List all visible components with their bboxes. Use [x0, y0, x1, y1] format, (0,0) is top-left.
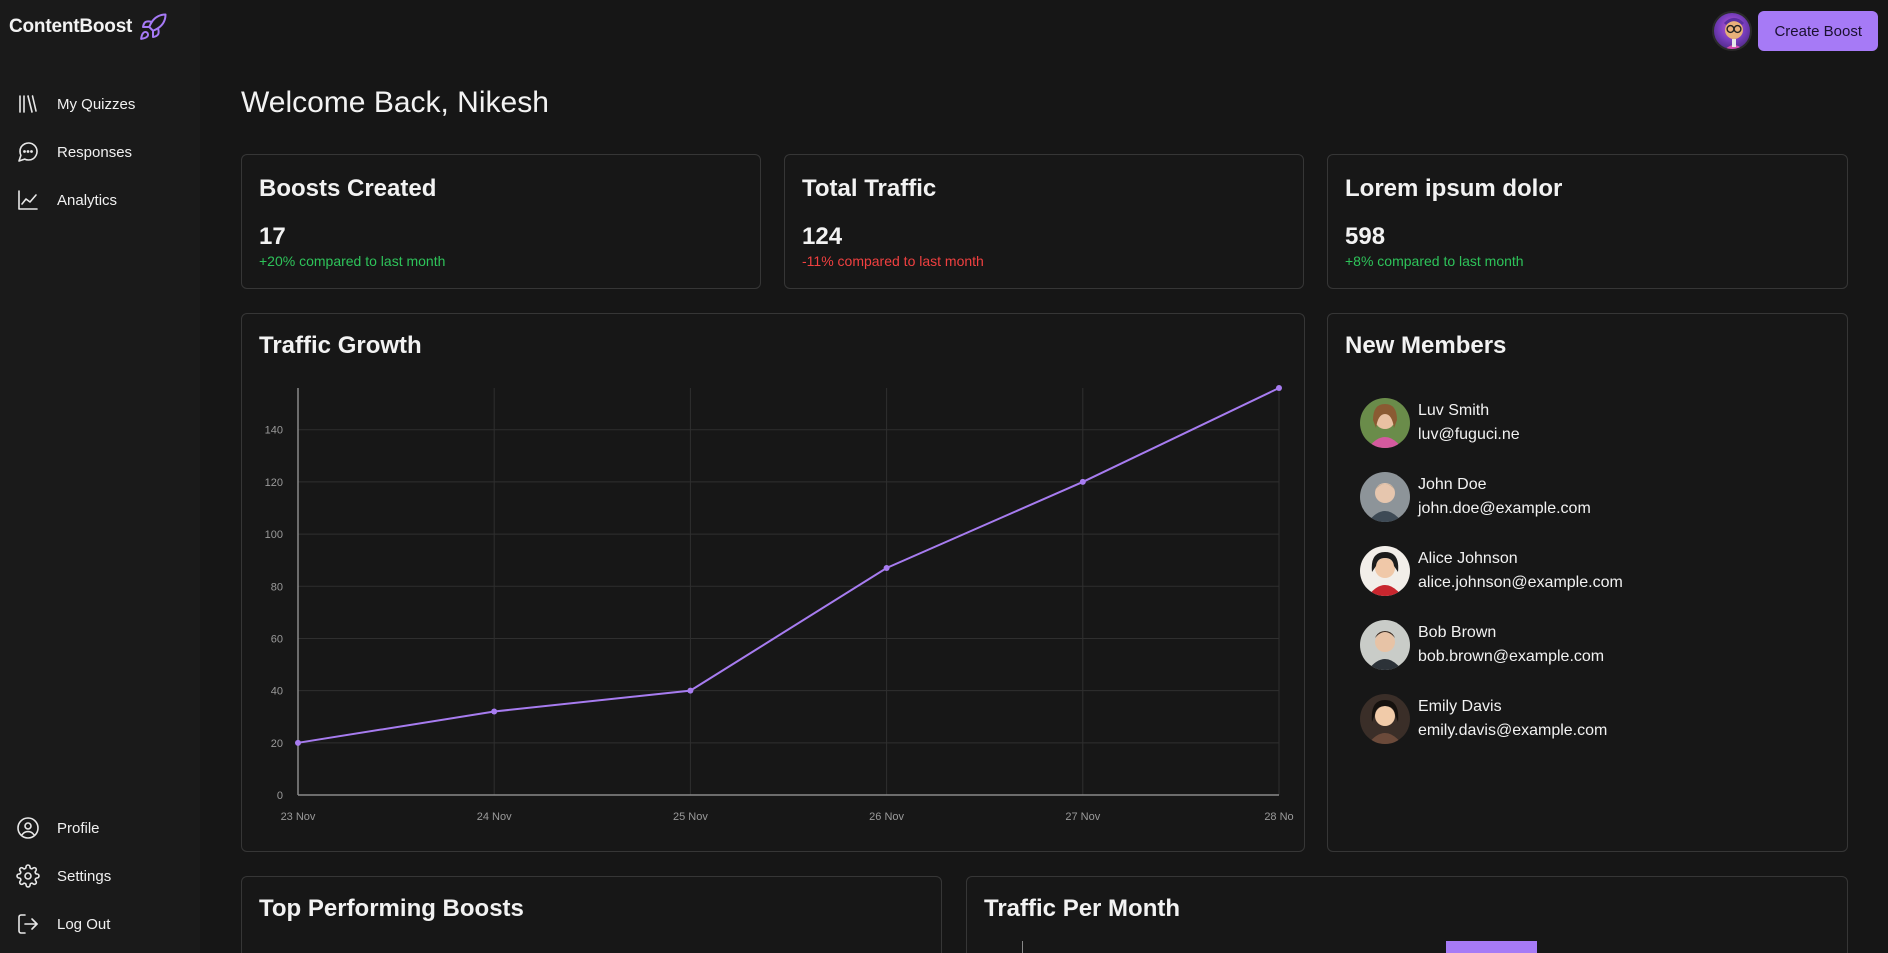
log-out-icon: [18, 914, 38, 934]
stat-title: Total Traffic: [802, 175, 937, 202]
sidebar-nav-bottom: Profile Settings Log Out: [0, 804, 200, 948]
stat-value: 124: [802, 223, 843, 250]
user-avatar[interactable]: [1712, 11, 1753, 51]
top-performing-card: Top Performing Boosts: [241, 876, 942, 953]
member-item[interactable]: Alice Johnson alice.johnson@example.com: [1360, 534, 1623, 608]
line-chart-icon: [18, 190, 38, 210]
avatar: [1360, 694, 1410, 744]
chart-axis: [1022, 941, 1023, 953]
sidebar-item-settings[interactable]: Settings: [0, 852, 200, 900]
stat-card-boosts-created: Boosts Created 17 +20% compared to last …: [241, 154, 761, 289]
member-email: emily.davis@example.com: [1418, 722, 1608, 739]
user-circle-icon: [17, 817, 39, 839]
member-item[interactable]: Bob Brown bob.brown@example.com: [1360, 608, 1623, 682]
sidebar-item-label: My Quizzes: [57, 95, 136, 113]
data-point: [883, 565, 890, 572]
stat-card-total-traffic: Total Traffic 124 -11% compared to last …: [784, 154, 1304, 289]
member-email: alice.johnson@example.com: [1418, 574, 1623, 591]
chart-bar: [1446, 941, 1537, 953]
stat-value: 598: [1345, 223, 1386, 250]
y-tick-label: 20: [271, 738, 283, 750]
y-tick-label: 140: [265, 425, 283, 437]
member-name: Luv Smith: [1418, 402, 1490, 419]
member-email: john.doe@example.com: [1418, 500, 1591, 517]
data-point: [295, 739, 301, 746]
sidebar-item-label: Log Out: [57, 915, 111, 933]
sidebar-nav-top: My Quizzes Responses Analytics: [0, 80, 200, 224]
x-tick-label: 27 Nov: [1065, 811, 1100, 823]
traffic-per-month-card: Traffic Per Month: [966, 876, 1848, 953]
x-tick-label: 24 Nov: [477, 811, 512, 823]
data-point: [1079, 478, 1086, 485]
avatar: [1360, 546, 1410, 596]
sidebar-item-my-quizzes[interactable]: My Quizzes: [0, 80, 200, 128]
member-item[interactable]: Emily Davis emily.davis@example.com: [1360, 682, 1623, 756]
app-logo[interactable]: ContentBoost: [9, 12, 168, 42]
y-tick-label: 80: [271, 581, 283, 593]
gear-icon: [16, 864, 40, 888]
data-point: [687, 687, 694, 694]
x-tick-label: 25 Nov: [673, 811, 708, 823]
stat-change: +8% compared to last month: [1345, 253, 1524, 269]
stat-title: Lorem ipsum dolor: [1345, 175, 1563, 202]
avatar-illustration: [1724, 18, 1745, 49]
member-name: Alice Johnson: [1418, 550, 1518, 567]
rocket-icon: [140, 13, 167, 40]
data-point: [1276, 385, 1282, 391]
stat-title: Boosts Created: [259, 175, 437, 202]
section-title: Top Performing Boosts: [259, 895, 524, 922]
sidebar-item-log-out[interactable]: Log Out: [0, 900, 200, 948]
sidebar-item-profile[interactable]: Profile: [0, 804, 200, 852]
y-tick-label: 0: [277, 790, 283, 802]
avatar: [1360, 620, 1410, 670]
sidebar-item-analytics[interactable]: Analytics: [0, 176, 200, 224]
new-members-card: New Members Luv Smith luv@fuguci.ne John…: [1327, 313, 1848, 852]
section-title: Traffic Per Month: [984, 895, 1181, 922]
x-tick-label: 28 No: [1264, 811, 1293, 823]
member-name: Emily Davis: [1418, 698, 1502, 715]
sidebar-item-label: Profile: [57, 819, 100, 837]
y-tick-label: 40: [271, 686, 283, 698]
avatar: [1360, 472, 1410, 522]
stat-change: -11% compared to last month: [802, 253, 984, 269]
data-point: [491, 708, 498, 715]
app-name: ContentBoost: [9, 16, 133, 37]
stat-change: +20% compared to last month: [259, 253, 446, 269]
x-tick-label: 23 Nov: [281, 811, 316, 823]
traffic-growth-chart: 0 20 40 60 80 100 120 140 23 Nov 24 Nov 25 Nov 26 N…: [265, 385, 1294, 823]
library-icon: [19, 95, 37, 113]
stat-value: 17: [259, 223, 286, 250]
sidebar: ContentBoost My Quizzes Responses Analyt…: [0, 0, 200, 953]
message-circle-icon: [18, 142, 38, 162]
create-boost-button[interactable]: Create Boost: [1758, 11, 1878, 51]
member-item[interactable]: John Doe john.doe@example.com: [1360, 460, 1623, 534]
member-email: bob.brown@example.com: [1418, 648, 1605, 665]
series-line: [297, 387, 1280, 744]
sidebar-item-label: Analytics: [57, 191, 118, 209]
x-tick-label: 26 Nov: [869, 811, 904, 823]
member-name: Bob Brown: [1418, 624, 1497, 641]
stat-card-lorem: Lorem ipsum dolor 598 +8% compared to la…: [1327, 154, 1848, 289]
avatar: [1360, 398, 1410, 448]
y-tick-label: 60: [271, 633, 283, 645]
member-item[interactable]: Luv Smith luv@fuguci.ne: [1360, 386, 1623, 460]
section-title: New Members: [1345, 332, 1507, 359]
member-email: luv@fuguci.ne: [1418, 426, 1520, 443]
y-tick-label: 120: [265, 477, 283, 489]
header-actions: Create Boost: [1712, 11, 1878, 51]
members-list: Luv Smith luv@fuguci.ne John Doe john.do…: [1360, 386, 1623, 756]
page-title: Welcome Back, Nikesh: [241, 86, 549, 119]
y-tick-label: 100: [265, 529, 283, 541]
member-name: John Doe: [1418, 476, 1487, 493]
traffic-growth-card: Traffic Growth 0 20 40 60 80 100 120 140 23 Nov 2…: [241, 313, 1305, 852]
sidebar-item-label: Settings: [57, 867, 112, 885]
sidebar-item-label: Responses: [57, 143, 133, 161]
sidebar-item-responses[interactable]: Responses: [0, 128, 200, 176]
